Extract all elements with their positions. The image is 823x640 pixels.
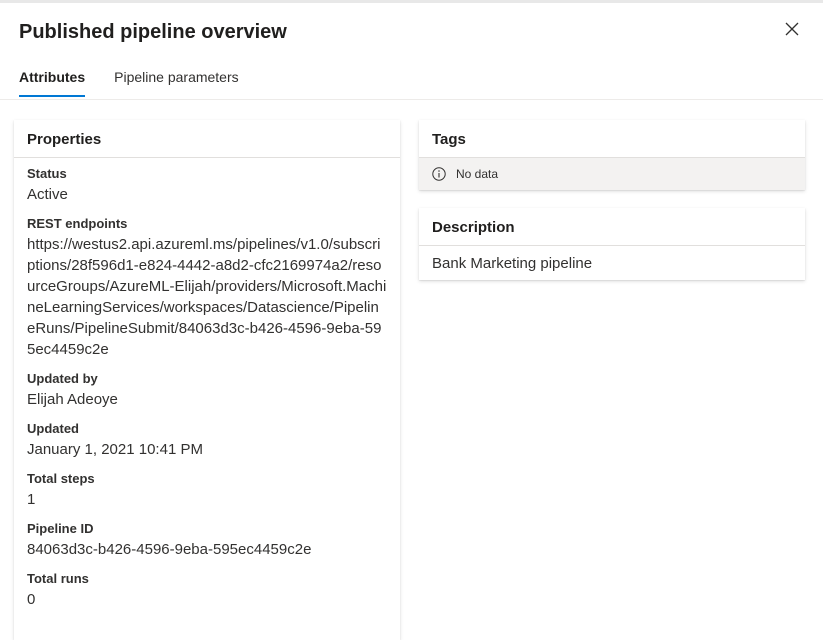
property-label: Status	[27, 166, 67, 181]
rest-endpoint-url[interactable]: https://westus2.api.azureml.ms/pipelines…	[27, 234, 387, 360]
description-header: Description	[419, 208, 805, 246]
tags-header: Tags	[419, 120, 805, 158]
property-label: Updated	[27, 421, 79, 436]
property-label: Updated by	[27, 371, 98, 386]
property-value: Active	[27, 186, 68, 203]
property-label: Total runs	[27, 571, 89, 586]
description-card: Description Bank Marketing pipeline	[419, 208, 805, 280]
tab-pipeline-parameters[interactable]: Pipeline parameters	[114, 60, 239, 92]
property-rest-endpoints: REST endpoints https://westus2.api.azure…	[27, 216, 387, 360]
property-value: 84063d3c-b426-4596-9eba-595ec4459c2e	[27, 541, 312, 558]
close-icon	[785, 22, 799, 36]
property-total-runs: Total runs 0	[27, 571, 387, 610]
info-icon	[432, 167, 446, 181]
tab-bar: Attributes Pipeline parameters	[19, 60, 268, 100]
properties-list: Status Active REST endpoints https://wes…	[14, 158, 400, 610]
top-border	[0, 0, 823, 3]
property-value: 0	[27, 591, 36, 608]
property-status: Status Active	[27, 166, 387, 205]
property-value: 1	[27, 491, 36, 508]
property-updated-by: Updated by Elijah Adeoye	[27, 371, 387, 410]
tabs-divider	[0, 99, 823, 100]
property-label: REST endpoints	[27, 216, 128, 231]
close-button[interactable]	[781, 18, 803, 40]
property-label: Pipeline ID	[27, 521, 94, 536]
property-total-steps: Total steps 1	[27, 471, 387, 510]
panel-title: Published pipeline overview	[19, 21, 287, 43]
description-text: Bank Marketing pipeline	[432, 255, 593, 272]
tags-card: Tags No data	[419, 120, 805, 190]
property-updated: Updated January 1, 2021 10:41 PM	[27, 421, 387, 460]
properties-header: Properties	[14, 120, 400, 158]
property-value: January 1, 2021 10:41 PM	[27, 441, 203, 458]
properties-card: Properties Status Active REST endpoints …	[14, 120, 400, 640]
tab-attributes[interactable]: Attributes	[19, 60, 86, 97]
property-pipeline-id: Pipeline ID 84063d3c-b426-4596-9eba-595e…	[27, 521, 387, 560]
tags-empty-row: No data	[419, 158, 805, 190]
property-value: Elijah Adeoye	[27, 391, 118, 408]
no-data-text: No data	[456, 167, 499, 181]
property-label: Total steps	[27, 471, 95, 486]
